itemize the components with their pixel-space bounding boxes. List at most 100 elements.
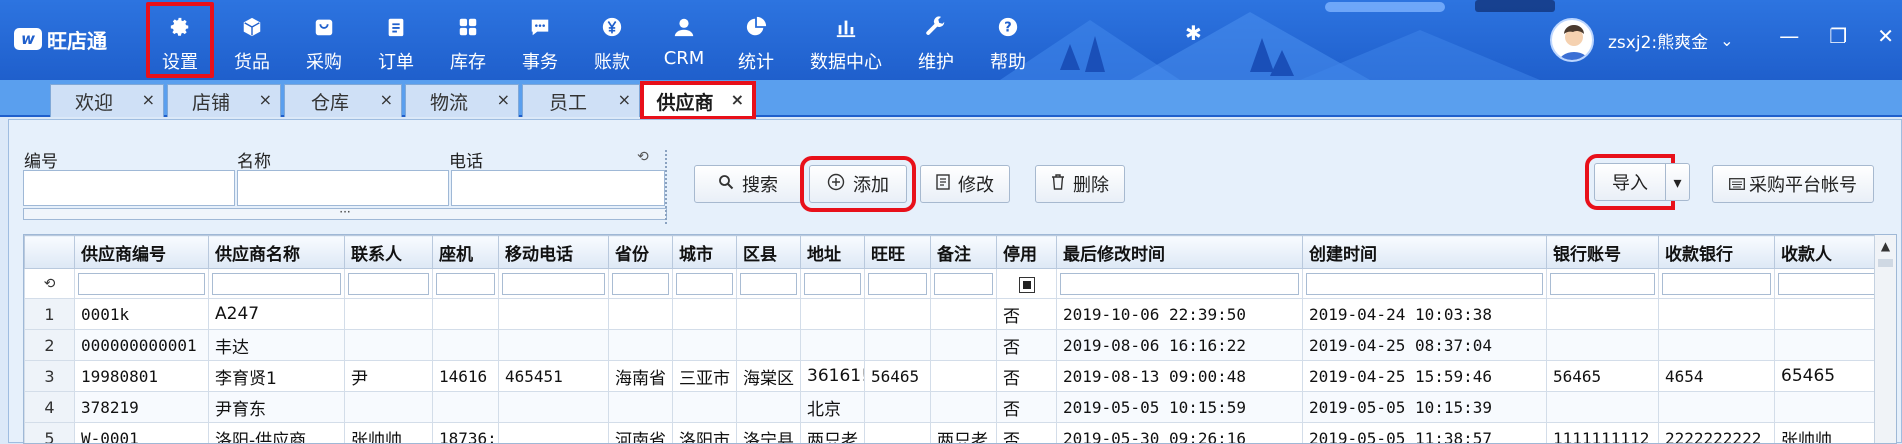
import-button[interactable]: 导入 (1594, 163, 1666, 201)
column-filter[interactable] (209, 269, 345, 299)
table-row[interactable]: 5W-0001洛阳-供应商张帅帅18736:河南省洛阳市洛宁县两只老两只老否20… (25, 423, 1881, 444)
column-header[interactable]: 备注 (931, 236, 997, 269)
table-cell[interactable] (345, 330, 433, 361)
purchase-platform-account-button[interactable]: 采购平台帐号 (1712, 165, 1874, 203)
nav-goods[interactable]: 货品 (216, 0, 288, 80)
table-cell[interactable]: 56465 (865, 361, 931, 392)
column-filter[interactable] (75, 269, 209, 299)
table-cell[interactable]: 否 (997, 299, 1057, 330)
table-cell[interactable] (1775, 392, 1881, 423)
nav-data-center[interactable]: 数据中心 (792, 0, 900, 80)
table-cell[interactable] (433, 299, 499, 330)
minimize-icon[interactable]: — (1779, 24, 1799, 48)
table-cell[interactable]: 2019-04-25 08:37:04 (1303, 330, 1547, 361)
table-cell[interactable] (865, 423, 931, 444)
close-icon[interactable]: ✕ (1877, 24, 1894, 48)
column-header[interactable]: 供应商编号 (75, 236, 209, 269)
table-cell[interactable] (931, 299, 997, 330)
reset-icon[interactable]: ⟲ (25, 269, 75, 299)
table-cell[interactable]: 2019-08-13 09:00:48 (1057, 361, 1303, 392)
column-filter[interactable] (1547, 269, 1659, 299)
close-icon[interactable]: × (618, 90, 631, 109)
table-cell[interactable]: 2019-05-05 11:38:57 (1303, 423, 1547, 444)
column-header[interactable]: 省份 (609, 236, 673, 269)
restore-icon[interactable]: ❐ (1829, 24, 1847, 48)
table-cell[interactable] (345, 392, 433, 423)
column-header[interactable]: 供应商名称 (209, 236, 345, 269)
table-cell[interactable] (865, 392, 931, 423)
table-cell[interactable]: 2019-08-06 16:16:22 (1057, 330, 1303, 361)
column-filter[interactable] (1057, 269, 1303, 299)
table-cell[interactable] (931, 392, 997, 423)
tab-suppliers[interactable]: 供应商 × (643, 84, 753, 117)
table-cell[interactable]: 张帅帅 (1775, 423, 1881, 444)
column-header[interactable]: 旺旺 (865, 236, 931, 269)
nav-help[interactable]: ? 帮助 (972, 0, 1044, 80)
column-filter[interactable] (609, 269, 673, 299)
search-button[interactable]: 搜索 (694, 165, 802, 203)
table-cell[interactable]: 洛宁县 (737, 423, 801, 444)
close-icon[interactable]: × (142, 90, 155, 109)
table-cell[interactable] (609, 392, 673, 423)
table-cell[interactable]: 1111111112 (1547, 423, 1659, 444)
table-row[interactable]: 2000000000001丰达否2019-08-06 16:16:222019-… (25, 330, 1881, 361)
table-cell[interactable]: 否 (997, 392, 1057, 423)
table-cell[interactable] (673, 299, 737, 330)
table-cell[interactable] (1659, 299, 1775, 330)
table-cell[interactable]: 否 (997, 423, 1057, 444)
close-icon[interactable]: × (259, 90, 272, 109)
column-header[interactable]: 创建时间 (1303, 236, 1547, 269)
table-cell[interactable]: 2019-04-25 15:59:46 (1303, 361, 1547, 392)
table-cell[interactable]: 36161! (801, 361, 865, 392)
table-cell[interactable]: 65465 (1775, 361, 1881, 392)
column-filter[interactable] (1659, 269, 1775, 299)
table-cell[interactable] (499, 392, 609, 423)
name-input[interactable] (237, 170, 449, 206)
tab-logistics[interactable]: 物流 × (405, 84, 519, 117)
table-cell[interactable]: 丰达 (209, 330, 345, 361)
reset-icon[interactable]: ⟲ (637, 149, 649, 165)
table-cell[interactable] (499, 330, 609, 361)
table-cell[interactable]: 465451 (499, 361, 609, 392)
table-cell[interactable] (433, 392, 499, 423)
table-cell[interactable]: 2019-04-24 10:03:38 (1303, 299, 1547, 330)
column-filter[interactable] (433, 269, 499, 299)
table-cell[interactable]: 两只老 (931, 423, 997, 444)
table-cell[interactable]: 北京 (801, 392, 865, 423)
table-cell[interactable] (1775, 299, 1881, 330)
nav-purchase[interactable]: 采购 (288, 0, 360, 80)
table-cell[interactable]: 2222222222 (1659, 423, 1775, 444)
table-cell[interactable]: 尹育东 (209, 392, 345, 423)
nav-settings[interactable]: 设置 (144, 0, 216, 80)
column-header[interactable]: 城市 (673, 236, 737, 269)
table-cell[interactable]: 洛阳市 (673, 423, 737, 444)
column-header[interactable]: 移动电话 (499, 236, 609, 269)
more-filters-toggle[interactable]: ··· (23, 208, 667, 220)
nav-orders[interactable]: 订单 (360, 0, 432, 80)
column-header[interactable]: 银行账号 (1547, 236, 1659, 269)
table-cell[interactable]: 4654 (1659, 361, 1775, 392)
column-filter[interactable] (737, 269, 801, 299)
table-cell[interactable] (1547, 299, 1659, 330)
column-filter[interactable] (931, 269, 997, 299)
table-row[interactable]: 4378219尹育东北京否2019-05-05 10:15:592019-05-… (25, 392, 1881, 423)
tab-shops[interactable]: 店铺 × (167, 84, 281, 117)
table-cell[interactable]: 18736: (433, 423, 499, 444)
table-cell[interactable]: 海棠区 (737, 361, 801, 392)
table-cell[interactable] (737, 330, 801, 361)
table-cell[interactable] (673, 392, 737, 423)
user-menu[interactable]: zsxj2:熊爽金 ⌄ (1550, 18, 1734, 62)
table-cell[interactable]: 尹 (345, 361, 433, 392)
column-filter[interactable] (673, 269, 737, 299)
column-filter[interactable] (345, 269, 433, 299)
table-cell[interactable]: 000000000001 (75, 330, 209, 361)
tab-staff[interactable]: 员工 × (522, 84, 640, 117)
import-dropdown-button[interactable]: ▾ (1665, 163, 1690, 201)
table-cell[interactable]: 洛阳-供应商 (209, 423, 345, 444)
table-cell[interactable]: 2019-10-06 22:39:50 (1057, 299, 1303, 330)
table-cell[interactable] (737, 392, 801, 423)
add-button[interactable]: 添加 (809, 165, 907, 203)
column-filter[interactable] (865, 269, 931, 299)
table-cell[interactable]: 19980801 (75, 361, 209, 392)
column-header[interactable]: 收款银行 (1659, 236, 1775, 269)
